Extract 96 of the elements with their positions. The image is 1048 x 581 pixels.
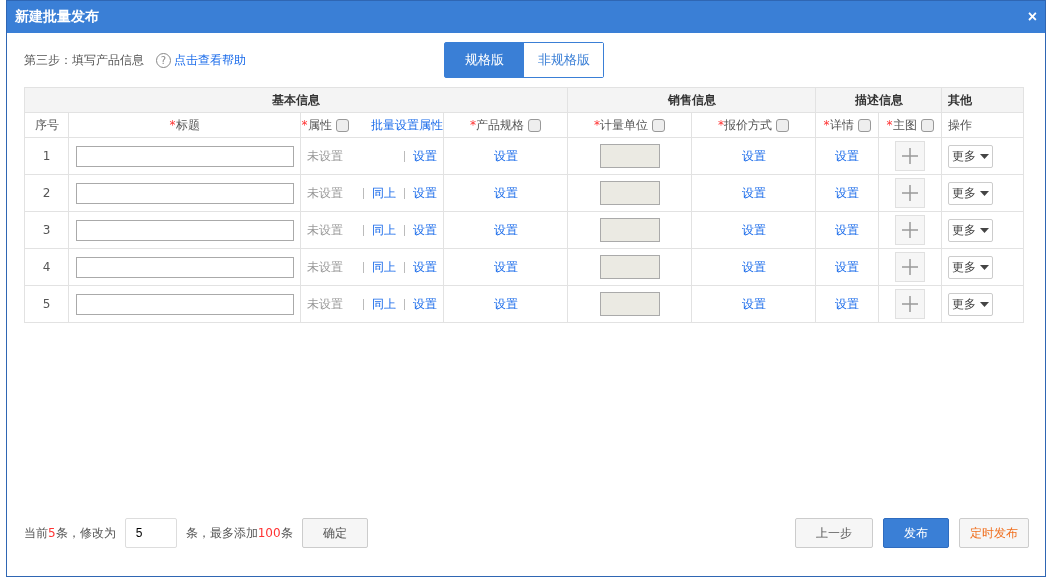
column-header: *详情	[823, 116, 854, 134]
add-image-button[interactable]	[895, 289, 925, 319]
row-number: 3	[42, 223, 51, 237]
set-link[interactable]: 设置	[835, 185, 859, 200]
attribute-status: 未设置	[307, 147, 343, 165]
more-dropdown[interactable]: 更多	[948, 181, 993, 205]
plus-icon	[902, 148, 918, 164]
set-link[interactable]: 设置	[835, 148, 859, 163]
set-link[interactable]: 设置	[493, 148, 518, 163]
column-header: *计量单位	[594, 116, 648, 134]
column-header: 序号	[34, 116, 59, 134]
confirm-button[interactable]: 确定	[301, 518, 368, 548]
same-as-above-link[interactable]: 同上	[372, 221, 396, 239]
unit-field[interactable]	[599, 292, 660, 316]
checkbox[interactable]	[528, 118, 541, 132]
column-header: *标题	[169, 116, 200, 134]
row-number: 4	[42, 260, 51, 274]
unit-field[interactable]	[599, 181, 660, 205]
set-link[interactable]: 设置	[413, 295, 437, 313]
set-link[interactable]: 设置	[413, 258, 437, 276]
row-number: 1	[42, 149, 51, 163]
caret-icon	[980, 190, 989, 196]
add-image-button[interactable]	[895, 252, 925, 282]
set-link[interactable]: 设置	[413, 184, 437, 202]
row-number: 2	[42, 186, 51, 200]
add-image-button[interactable]	[895, 141, 925, 171]
same-as-above-link[interactable]: 同上	[372, 258, 396, 276]
attribute-status: 未设置	[307, 258, 343, 276]
set-link[interactable]: 设置	[413, 221, 437, 239]
action-button[interactable]: 定时发布	[959, 518, 1029, 548]
more-dropdown[interactable]: 更多	[948, 255, 993, 279]
row-number: 5	[42, 297, 51, 311]
set-link[interactable]: 设置	[835, 259, 859, 274]
set-link[interactable]: 设置	[493, 222, 518, 237]
unit-field[interactable]	[599, 144, 660, 168]
count-input[interactable]: 5	[124, 518, 177, 548]
attribute-status: 未设置	[307, 184, 343, 202]
max-count-text: 条，最多添加100条	[185, 524, 293, 542]
title-input[interactable]	[75, 145, 294, 167]
caret-icon	[980, 301, 989, 307]
help-link[interactable]: 点击查看帮助	[174, 51, 246, 69]
same-as-above-link[interactable]: 同上	[372, 184, 396, 202]
title-input[interactable]	[75, 219, 294, 241]
plus-icon	[902, 185, 918, 201]
action-button[interactable]: 发布	[883, 518, 949, 548]
set-link[interactable]: 设置	[741, 148, 766, 163]
unit-field[interactable]	[599, 255, 660, 279]
more-dropdown[interactable]: 更多	[948, 292, 993, 316]
batch-attribute-link[interactable]: 批量设置属性	[370, 116, 443, 134]
set-link[interactable]: 设置	[741, 222, 766, 237]
same-as-above-link[interactable]: 同上	[372, 295, 396, 313]
column-header: *报价方式	[718, 116, 772, 134]
set-link[interactable]: 设置	[413, 147, 437, 165]
attribute-status: 未设置	[307, 295, 343, 313]
plus-icon	[902, 296, 918, 312]
plus-icon	[902, 222, 918, 238]
window-title: 新建批量发布	[15, 8, 99, 26]
action-button[interactable]: 上一步	[795, 518, 873, 548]
attribute-status: 未设置	[307, 221, 343, 239]
caret-icon	[980, 264, 989, 270]
current-count-text: 当前5条，修改为	[24, 524, 116, 542]
plus-icon	[902, 259, 918, 275]
add-image-button[interactable]	[895, 178, 925, 208]
title-input[interactable]	[75, 256, 294, 278]
checkbox[interactable]	[920, 118, 934, 132]
more-dropdown[interactable]: 更多	[948, 144, 993, 168]
close-button[interactable]: ×	[1027, 8, 1037, 26]
tab[interactable]: 规格版	[445, 43, 524, 77]
step-label: 第三步：填写产品信息	[24, 51, 144, 69]
set-link[interactable]: 设置	[493, 259, 518, 274]
checkbox[interactable]	[652, 118, 665, 132]
checkbox[interactable]	[335, 118, 349, 132]
set-link[interactable]: 设置	[835, 222, 859, 237]
more-dropdown[interactable]: 更多	[948, 218, 993, 242]
group-header: 销售信息	[667, 92, 716, 107]
column-header: *主图	[886, 116, 917, 134]
group-header: 其他	[948, 92, 972, 107]
column-header: 操作	[948, 116, 972, 134]
column-header: *属性	[301, 116, 332, 134]
unit-field[interactable]	[599, 218, 660, 242]
set-link[interactable]: 设置	[493, 296, 518, 311]
add-image-button[interactable]	[895, 215, 925, 245]
set-link[interactable]: 设置	[741, 259, 766, 274]
checkbox[interactable]	[857, 118, 871, 132]
checkbox[interactable]	[776, 118, 789, 132]
title-input[interactable]	[75, 293, 294, 315]
group-header: 基本信息	[272, 92, 320, 107]
column-header: *产品规格	[470, 116, 524, 134]
set-link[interactable]: 设置	[741, 296, 766, 311]
set-link[interactable]: 设置	[741, 185, 766, 200]
group-header: 描述信息	[854, 92, 903, 107]
caret-icon	[980, 227, 989, 233]
set-link[interactable]: 设置	[835, 296, 859, 311]
title-input[interactable]	[75, 182, 294, 204]
set-link[interactable]: 设置	[493, 185, 518, 200]
caret-icon	[980, 153, 989, 159]
